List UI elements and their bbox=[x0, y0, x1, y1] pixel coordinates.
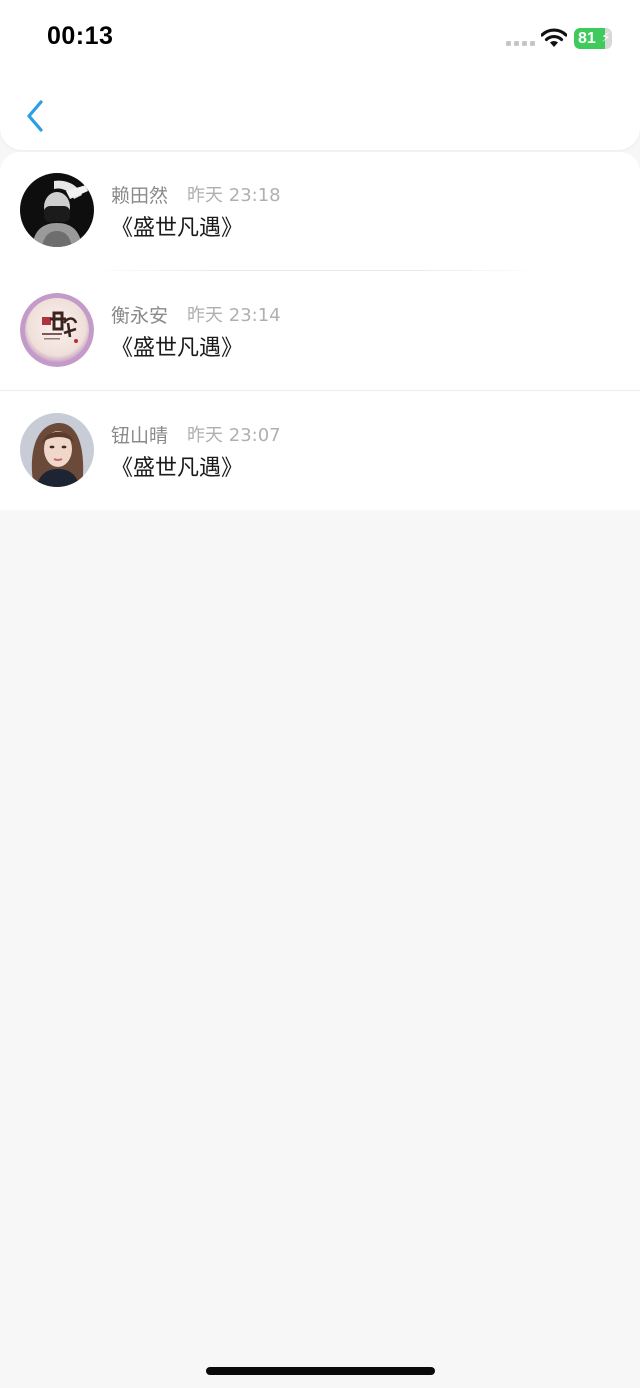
home-indicator[interactable] bbox=[206, 1367, 435, 1375]
charging-bolt-icon: ⚡ bbox=[601, 30, 611, 46]
message-time: 昨天 23:07 bbox=[187, 425, 281, 446]
message-time: 昨天 23:14 bbox=[187, 305, 281, 326]
message-time: 昨天 23:18 bbox=[187, 185, 281, 206]
back-button[interactable] bbox=[18, 96, 52, 136]
avatar[interactable] bbox=[20, 173, 94, 247]
status-bar-time: 00:13 bbox=[47, 22, 114, 50]
message-content: 《盛世凡遇》 bbox=[111, 456, 244, 481]
divider bbox=[90, 270, 540, 271]
wifi-icon bbox=[541, 28, 567, 47]
list-item[interactable]: 赖田然 昨天 23:18 《盛世凡遇》 bbox=[0, 152, 640, 270]
divider bbox=[0, 390, 640, 391]
chevron-left-icon bbox=[27, 100, 43, 132]
sender-name: 钮山晴 bbox=[111, 424, 169, 447]
list-item[interactable]: 衡永安 昨天 23:14 《盛世凡遇》 bbox=[0, 272, 640, 390]
sender-name: 衡永安 bbox=[111, 304, 169, 327]
top-header: 00:13 81 ⚡ bbox=[0, 0, 640, 150]
message-content: 《盛世凡遇》 bbox=[111, 336, 244, 361]
message-content: 《盛世凡遇》 bbox=[111, 216, 244, 241]
message-list: 赖田然 昨天 23:18 《盛世凡遇》 衡永安 昨天 23:14 《盛世凡遇》 … bbox=[0, 152, 640, 510]
cellular-signal-icon bbox=[506, 41, 535, 46]
avatar[interactable] bbox=[20, 413, 94, 487]
battery-icon: 81 ⚡ bbox=[574, 28, 612, 49]
battery-level: 81 bbox=[578, 30, 596, 47]
sender-name: 赖田然 bbox=[111, 184, 169, 207]
list-item[interactable]: 钮山晴 昨天 23:07 《盛世凡遇》 bbox=[0, 392, 640, 510]
avatar[interactable] bbox=[20, 293, 94, 367]
